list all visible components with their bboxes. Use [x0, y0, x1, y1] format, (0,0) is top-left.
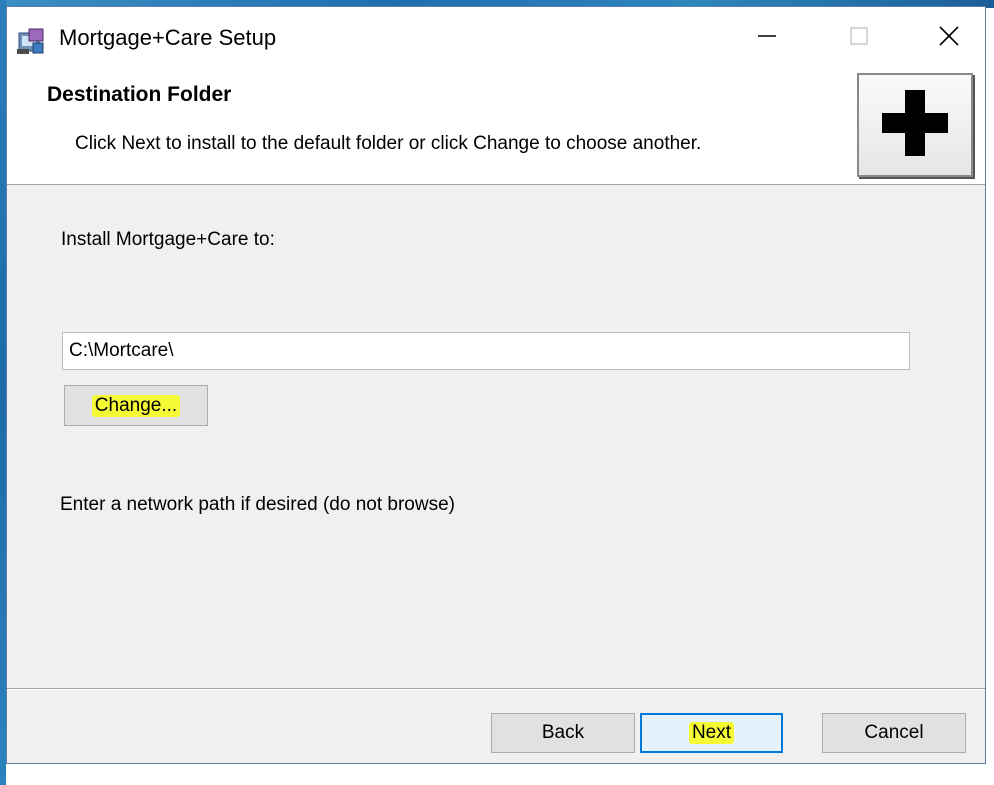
- cancel-button-label: Cancel: [864, 722, 924, 743]
- setup-dialog: Mortgage+Care Setup Destination Folder C…: [6, 6, 986, 764]
- close-button[interactable]: [911, 7, 987, 69]
- cancel-button[interactable]: Cancel: [822, 713, 966, 753]
- minimize-button[interactable]: [727, 7, 807, 69]
- footer-divider: [7, 688, 985, 690]
- close-icon: [939, 25, 959, 51]
- next-button[interactable]: Next: [640, 713, 783, 753]
- install-location-label: Install Mortgage+Care to:: [61, 229, 275, 250]
- installer-app-icon: [17, 27, 47, 55]
- change-button[interactable]: Change...: [64, 385, 208, 426]
- install-path-input[interactable]: [62, 332, 910, 370]
- back-button-label: Back: [541, 722, 585, 743]
- title-bar[interactable]: Mortgage+Care Setup: [7, 7, 985, 69]
- minimize-icon: [758, 27, 776, 50]
- back-button[interactable]: Back: [491, 713, 635, 753]
- header-banner: Destination Folder Click Next to install…: [7, 69, 985, 185]
- product-logo: [857, 73, 973, 177]
- window-title: Mortgage+Care Setup: [59, 25, 277, 50]
- maximize-icon: [850, 26, 868, 50]
- maximize-button[interactable]: [819, 7, 899, 69]
- plus-icon: [878, 86, 952, 165]
- next-button-label: Next: [688, 722, 735, 744]
- network-path-hint: Enter a network path if desired (do not …: [60, 494, 455, 515]
- change-button-label: Change...: [91, 394, 181, 417]
- page-title: Destination Folder: [47, 83, 232, 106]
- page-description: Click Next to install to the default fol…: [75, 133, 702, 154]
